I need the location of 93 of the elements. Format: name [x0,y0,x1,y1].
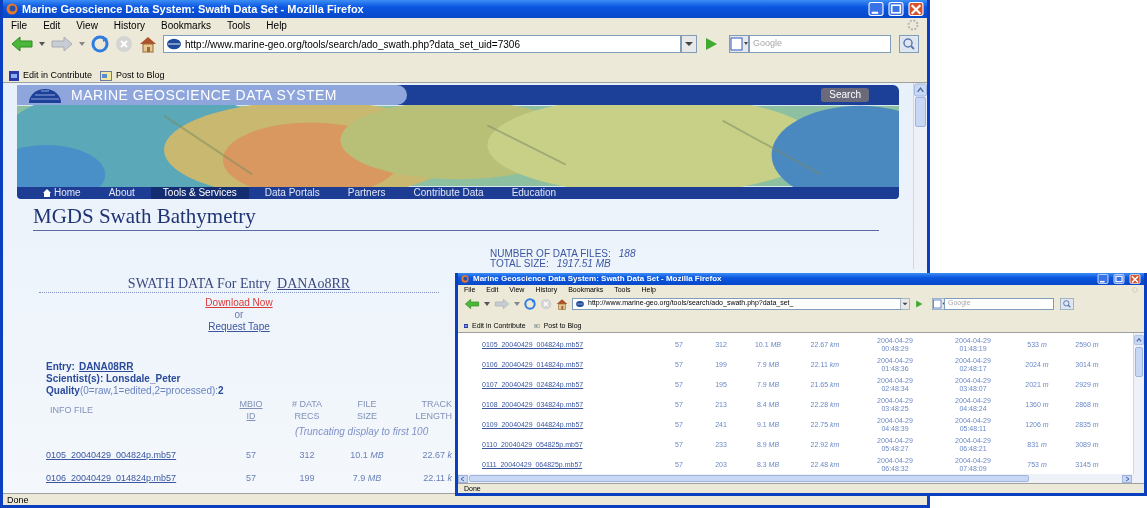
file-link[interactable]: 0106_20040429_014824p.mb57 [46,471,226,485]
request-tape-link[interactable]: Request Tape [208,321,270,333]
globe-icon [167,38,181,50]
table-note: (Truncating display to first 100 [295,425,430,439]
table-cell-text: 22.11 k [422,472,452,485]
search-button[interactable]: Search [821,88,869,102]
dropdown-button-icon[interactable] [680,35,697,53]
maximize-button[interactable] [1113,274,1125,284]
column-header: TRACK LENGTH [414,398,452,422]
nav-link[interactable]: Partners [335,187,398,199]
summary-value: 1917.51 MB [556,259,611,269]
vertical-scrollbar[interactable] [1133,333,1144,474]
scroll-right-arrow-icon[interactable] [1122,474,1132,483]
dropdown-caret-icon[interactable] [514,300,520,307]
search-icon[interactable] [899,35,919,53]
blog-icon[interactable] [100,71,113,81]
maximize-button[interactable] [888,2,904,16]
entry-label: Entry: [46,361,75,373]
blog-icon[interactable] [533,324,540,328]
scroll-thumb[interactable] [1135,347,1143,377]
nav-link[interactable]: Tools & Services [150,187,249,199]
table-cell-text: 57 [245,449,257,462]
nav-link[interactable]: Education [499,187,569,199]
close-button[interactable] [908,2,924,16]
globe-icon [576,300,584,307]
dropdown-button-icon[interactable] [900,297,910,310]
page-title: MGDS Swath Bathymetry [33,205,256,228]
minimize-button[interactable] [868,2,884,16]
quality-text: Quality(0=raw,1=edited,2=processed):2 [46,385,225,397]
nav-link[interactable]: About [96,187,147,199]
section-heading: SWATH DATA For Entry [127,276,271,292]
home-icon[interactable] [556,297,568,310]
back-arrow-icon[interactable] [464,297,480,310]
dropdown-caret-icon[interactable] [79,41,85,47]
table-cell-text: 57 [245,472,257,485]
minimize-button[interactable] [1097,274,1109,284]
summary-label: NUMBER OF DATA FILES: [490,249,611,259]
home-icon[interactable] [139,35,157,53]
throbber-icon [907,19,919,31]
status-text: Done [7,494,29,505]
summary-label: TOTAL SIZE: [490,259,549,269]
menu-item[interactable]: Bookmarks [161,17,211,33]
dropdown-caret-icon[interactable] [39,41,45,47]
browser-logo-icon [461,275,469,283]
scroll-left-arrow-icon[interactable] [458,474,468,483]
column-header: # DATA RECS [290,398,324,422]
download-link[interactable]: Download Now [205,297,273,309]
search-icon[interactable] [1060,297,1074,310]
contribute-icon[interactable] [9,71,19,81]
entry-link[interactable]: DANAo8RR [277,276,351,292]
bookmark-item[interactable]: Edit in Contribute [23,69,93,83]
scroll-thumb[interactable] [469,475,1029,482]
go-arrow-icon[interactable] [914,299,924,308]
menu-item[interactable]: View [76,17,98,33]
menu-item[interactable]: File [11,17,28,33]
site-logo-text: MARINE GEOSCIENCE DATA SYSTEM [71,85,338,105]
home-icon [43,189,51,197]
search-engine-icon[interactable] [728,35,749,53]
window-title: Marine Geoscience Data System: Swath Data Set - Mozilla Firefox [22,1,364,17]
nav-link[interactable]: Home [31,187,93,199]
summary-value: 188 [618,249,636,259]
column-header: MBIO ID [238,398,264,422]
contribute-icon[interactable] [464,324,468,328]
table-cell-text: 7.9 MB [351,472,383,485]
url-field[interactable]: http://www.marine-geo.org/tools/search/ado_swath.php?data_set_uid=7306 [163,35,681,53]
dropdown-caret-icon[interactable] [484,300,490,307]
scientist-text: Scientist(s): Lonsdale_Peter [46,373,182,385]
reload-icon[interactable] [91,35,109,53]
nav-link[interactable]: Data Portals [252,187,332,199]
menu-item[interactable]: History [113,17,145,33]
table-cell-text: 312 [298,449,316,462]
menu-item[interactable]: Edit [43,17,61,33]
bookmark-item[interactable]: Post to Blog [116,69,165,83]
nav-link[interactable]: Contribute Data [401,187,496,199]
vertical-scrollbar[interactable] [913,83,927,269]
throbber-icon [1132,287,1138,293]
column-header: FILE SIZE [356,398,378,422]
column-header: INFO FILE [49,404,94,416]
or-text: or [234,309,244,321]
back-arrow-icon[interactable] [11,35,33,53]
table-cell-text: 22.67 k [421,449,452,462]
file-link[interactable]: 0105_20040429_004824p.mb57 [46,448,226,462]
browser-logo-icon [6,3,18,15]
table-cell-text: 10.1 MB [349,449,385,462]
table-cell-text: 199 [298,472,316,485]
menu-item[interactable]: Tools [227,17,251,33]
horizontal-scrollbar[interactable] [458,474,1144,483]
menu-item[interactable]: Help [266,17,287,33]
reload-icon[interactable] [524,297,536,310]
entry-link[interactable]: DANA08RR [78,361,134,373]
scroll-thumb[interactable] [915,97,926,127]
close-button[interactable] [1129,274,1141,284]
window-title: Marine Geoscience Data System: Swath Data Set - Mozilla Firefox [473,273,722,285]
